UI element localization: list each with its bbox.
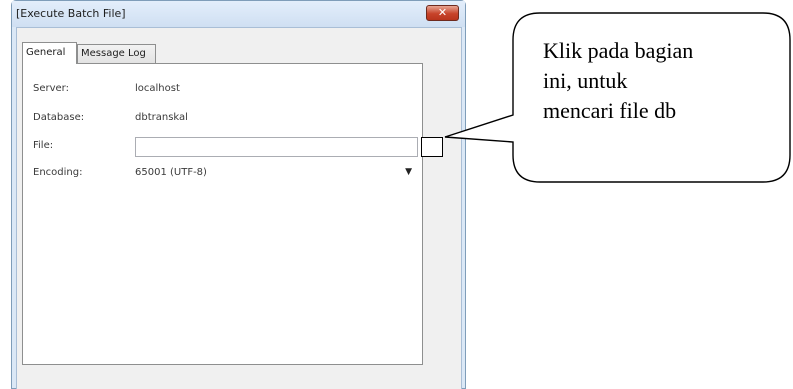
encoding-select[interactable]: 65001 (UTF-8) ▼: [135, 163, 418, 183]
execute-batch-file-window: [Execute Batch File] ✕ General Message L…: [11, 0, 466, 389]
window-title: [Execute Batch File]: [16, 7, 126, 20]
close-button[interactable]: ✕: [426, 5, 459, 21]
screenshot-stage: [Execute Batch File] ✕ General Message L…: [0, 0, 793, 389]
encoding-label: Encoding:: [33, 167, 83, 178]
server-label: Server:: [33, 83, 69, 94]
tab-general[interactable]: General: [22, 42, 77, 64]
file-browse-highlight-box: [421, 137, 443, 157]
database-value: dbtranskal: [135, 112, 188, 123]
callout-text-line-1: Klik pada bagian: [543, 38, 694, 63]
server-value: localhost: [135, 83, 180, 94]
database-label: Database:: [33, 112, 85, 123]
chevron-down-icon[interactable]: ▼: [405, 167, 412, 177]
general-tab-panel: Server: localhost Database: dbtranskal F…: [22, 63, 423, 365]
tab-message-log[interactable]: Message Log: [77, 44, 156, 63]
callout-text-line-3: mencari file db: [543, 98, 677, 123]
encoding-selected-value: 65001 (UTF-8): [135, 167, 207, 178]
dialog-client-area: General Message Log Server: localhost Da…: [16, 27, 462, 389]
close-icon: ✕: [437, 6, 448, 19]
callout-text-line-2: ini, untuk: [543, 68, 628, 93]
callout-text: Klik pada bagian ini, untuk mencari file…: [543, 36, 793, 126]
file-path-input[interactable]: [135, 137, 418, 157]
window-titlebar[interactable]: [Execute Batch File] ✕: [12, 1, 465, 27]
file-label: File:: [33, 140, 54, 151]
